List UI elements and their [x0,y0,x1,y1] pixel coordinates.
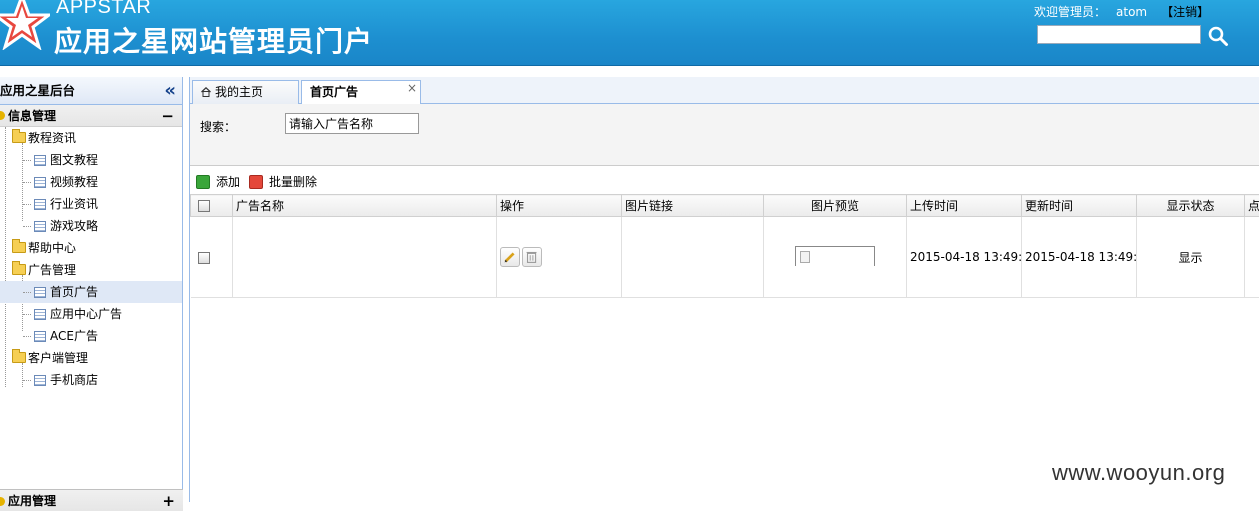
tab-bar: 我的主页 首页广告 × [190,77,1259,104]
sidebar-item-industry-news[interactable]: 行业资讯 [0,193,182,215]
search-bar: 搜索： [190,104,1259,166]
expand-plus-icon[interactable]: + [162,490,175,512]
pencil-icon [501,248,519,266]
image-preview [795,246,875,266]
grid-toolbar: 添加 批量删除 [190,170,1259,194]
sidebar-item-tutorials[interactable]: 教程资讯 [0,127,182,149]
status-cell: 显示 [1137,217,1245,298]
actions-cell [497,217,622,298]
delete-row-button[interactable] [522,247,542,267]
batch-delete-button[interactable]: 批量删除 [249,170,317,194]
folder-icon [12,132,26,143]
sidebar-title: 应用之星后台 « [0,77,182,105]
table-page-icon [34,375,46,386]
search-label: 搜索： [200,118,236,135]
username: atom [1116,5,1147,19]
table-page-icon [34,309,46,320]
brand-title: 应用之星网站管理员门户 [54,20,373,60]
logout-link[interactable]: 【注销】 [1161,5,1209,19]
column-header-upload-time[interactable]: 上传时间 [907,195,1022,217]
main-panel: 我的主页 首页广告 × 搜索： 添加 批量删除 广告名称 操作 [189,77,1259,502]
ads-table: 广告名称 操作 图片链接 图片预览 上传时间 更新时间 显示状态 点 [190,194,1259,298]
column-header-image-link[interactable]: 图片链接 [622,195,764,217]
folder-icon [12,242,26,253]
folder-icon [12,352,26,363]
sidebar-item-app-center-ads[interactable]: 应用中心广告 [0,303,182,325]
select-all-checkbox[interactable] [198,200,210,212]
table-page-icon [34,155,46,166]
ad-name-search-input[interactable] [285,113,419,134]
tab-my-home[interactable]: 我的主页 [192,80,299,104]
ad-name-cell [233,217,497,298]
table-page-icon [34,177,46,188]
column-header-clicks[interactable]: 点 [1245,195,1259,217]
add-icon [196,175,210,189]
column-header-update-time[interactable]: 更新时间 [1022,195,1137,217]
sidebar-item-ace-ads[interactable]: ACE广告 [0,325,182,347]
search-icon[interactable] [1207,25,1229,47]
brand-english: APPSTAR [56,0,151,19]
column-header-name[interactable]: 广告名称 [233,195,497,217]
sidebar-item-game-guides[interactable]: 游戏攻略 [0,215,182,237]
welcome-text: 欢迎管理员： atom 【注销】 [1034,3,1209,20]
table-page-icon [34,331,46,342]
delete-icon [249,175,263,189]
home-icon [201,87,211,97]
sidebar-section-info[interactable]: 信息管理 − [0,105,182,127]
add-button[interactable]: 添加 [196,170,240,194]
sidebar-section-app-management[interactable]: 应用管理 + [0,489,183,511]
close-icon[interactable]: × [407,77,417,99]
sidebar: 应用之星后台 « 信息管理 − 教程资讯 图文教程 视频教程 行业资讯 [0,77,183,502]
image-preview-cell [764,217,907,298]
sidebar-item-home-ads[interactable]: 首页广告 [0,281,182,303]
sidebar-item-mobile-store[interactable]: 手机商店 [0,369,182,391]
upload-time-cell: 2015-04-18 13:49:2 [907,217,1022,298]
table-page-icon [34,221,46,232]
watermark: www.wooyun.org [1052,460,1225,486]
select-all-header[interactable] [191,195,233,217]
update-time-cell: 2015-04-18 13:49:2 [1022,217,1137,298]
edit-button[interactable] [500,247,520,267]
row-checkbox[interactable] [198,252,210,264]
star-logo-icon [0,0,50,50]
column-header-status[interactable]: 显示状态 [1137,195,1245,217]
table-page-icon [34,287,46,298]
column-header-image-preview[interactable]: 图片预览 [764,195,907,217]
row-select-cell [191,217,233,298]
table-page-icon [34,199,46,210]
column-header-actions[interactable]: 操作 [497,195,622,217]
app-header: APPSTAR 应用之星网站管理员门户 欢迎管理员： atom 【注销】 [0,0,1259,66]
table-header-row: 广告名称 操作 图片链接 图片预览 上传时间 更新时间 显示状态 点 [191,195,1259,217]
broken-image-icon [800,251,810,263]
section-dot-icon [0,111,5,120]
sidebar-item-client-management[interactable]: 客户端管理 [0,347,182,369]
folder-icon [12,264,26,275]
table-row: 2015-04-18 13:49:2 2015-04-18 13:49:2 显示 [191,217,1259,298]
sidebar-item-ad-management[interactable]: 广告管理 [0,259,182,281]
trash-icon [523,248,541,266]
sidebar-item-help-center[interactable]: 帮助中心 [0,237,182,259]
image-link-cell [622,217,764,298]
welcome-label: 欢迎管理员： [1034,5,1106,19]
tab-home-ads[interactable]: 首页广告 × [301,80,421,105]
sidebar-item-video-tutorials[interactable]: 视频教程 [0,171,182,193]
collapse-double-chevron-icon[interactable]: « [164,77,176,105]
sidebar-item-image-tutorials[interactable]: 图文教程 [0,149,182,171]
header-search-input[interactable] [1037,25,1201,44]
clicks-cell [1245,217,1259,298]
sidebar-tree: 教程资讯 图文教程 视频教程 行业资讯 游戏攻略 帮助中心 广告管理 [0,127,182,391]
collapse-minus-icon[interactable]: − [161,105,174,127]
